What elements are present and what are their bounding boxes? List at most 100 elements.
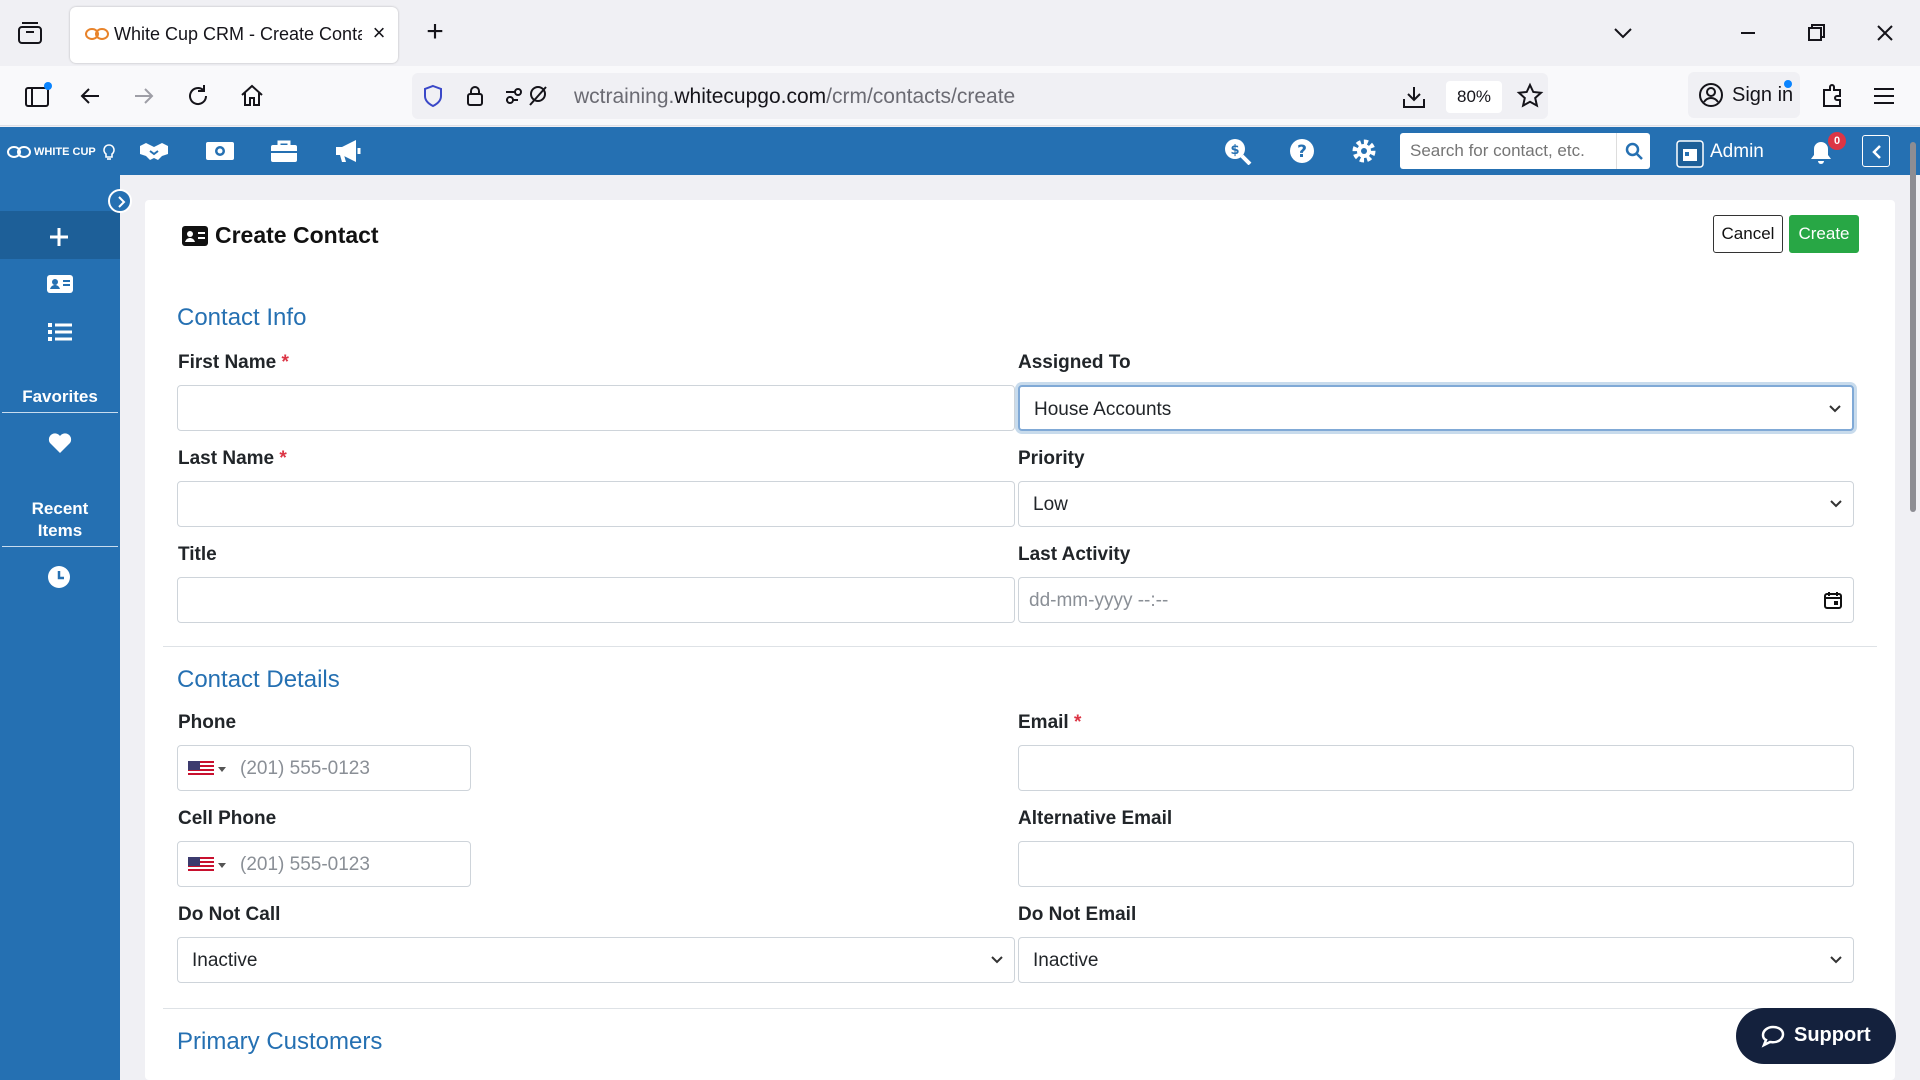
- calendar-icon[interactable]: [1823, 590, 1843, 610]
- us-flag-icon[interactable]: [188, 761, 214, 777]
- first-name-label: First Name *: [178, 352, 289, 373]
- white-cup-logo[interactable]: WHITE CUP: [6, 143, 126, 161]
- svg-text:?: ?: [1297, 142, 1307, 162]
- priority-select[interactable]: Low: [1018, 481, 1854, 527]
- last-activity-placeholder: dd-mm-yyyy --:--: [1029, 590, 1169, 611]
- sign-in-label: Sign in: [1732, 84, 1794, 106]
- expand-sidebar-button[interactable]: [108, 189, 132, 213]
- sign-in-button[interactable]: Sign in: [1688, 72, 1800, 118]
- title-label: Title: [178, 544, 217, 565]
- sidebar-divider: [2, 546, 118, 547]
- email-label: Email *: [1018, 712, 1082, 733]
- contact-card-icon: [47, 275, 73, 293]
- extensions-puzzle-icon[interactable]: [1816, 80, 1848, 112]
- sidebar-toggle-icon[interactable]: [22, 80, 54, 112]
- browser-nav-bar: wctraining.whitecupgo.com/crm/contacts/c…: [0, 66, 1920, 126]
- sidebar-item-list[interactable]: [0, 307, 120, 355]
- save-page-icon[interactable]: [1400, 83, 1428, 111]
- home-icon[interactable]: [236, 80, 268, 112]
- tracking-protection-shield-icon[interactable]: [420, 83, 446, 109]
- chevron-left-icon: [1872, 145, 1881, 159]
- new-tab-icon[interactable]: +: [420, 17, 450, 48]
- minimize-window-icon[interactable]: [1733, 18, 1763, 48]
- tab-list-icon[interactable]: [16, 20, 44, 46]
- chevron-right-icon: [118, 196, 126, 208]
- sidebar-item-favorites[interactable]: [0, 418, 120, 466]
- reload-icon[interactable]: [182, 80, 214, 112]
- sidebar-item-create[interactable]: [0, 211, 120, 259]
- settings-gear-icon[interactable]: [1348, 137, 1380, 165]
- restore-window-icon[interactable]: [1801, 18, 1831, 48]
- megaphone-icon[interactable]: [332, 137, 364, 165]
- section-title-primary-customers: Primary Customers: [177, 1028, 383, 1055]
- cancel-button[interactable]: Cancel: [1713, 215, 1783, 253]
- email-input[interactable]: [1018, 745, 1854, 791]
- us-flag-icon[interactable]: [188, 857, 214, 873]
- cell-phone-label: Cell Phone: [178, 808, 277, 829]
- sidebar-divider: [2, 412, 118, 413]
- chevron-down-icon: [991, 956, 1003, 964]
- sidebar-recent-heading: Recent Items: [31, 499, 89, 540]
- title-input[interactable]: [177, 577, 1015, 623]
- chevron-down-icon: [1830, 500, 1842, 508]
- money-bill-icon[interactable]: [204, 137, 236, 165]
- last-activity-datetime-input[interactable]: dd-mm-yyyy --:--: [1018, 577, 1854, 623]
- priority-label: Priority: [1018, 448, 1085, 469]
- clock-icon: [48, 566, 70, 588]
- back-arrow-icon[interactable]: [74, 80, 106, 112]
- browser-tab-bar: White Cup CRM - Create Contact × +: [0, 0, 1920, 66]
- assigned-to-label: Assigned To: [1018, 352, 1131, 373]
- do-not-email-select[interactable]: Inactive: [1018, 937, 1854, 983]
- sidebar-item-contact-card[interactable]: [0, 259, 120, 307]
- do-not-email-value: Inactive: [1033, 950, 1099, 971]
- chevron-down-icon: [1830, 956, 1842, 964]
- last-name-input[interactable]: [177, 481, 1015, 527]
- sidebar-item-recent[interactable]: [0, 552, 120, 600]
- bookmark-star-icon[interactable]: [1516, 82, 1544, 110]
- browser-tab-active[interactable]: White Cup CRM - Create Contact ×: [70, 7, 398, 63]
- section-divider: [163, 646, 1877, 647]
- zoom-level-badge[interactable]: 80%: [1446, 81, 1502, 113]
- app-sidebar: Favorites Recent Items: [0, 175, 120, 1080]
- help-question-icon[interactable]: ?: [1286, 137, 1318, 165]
- support-chat-button[interactable]: Support: [1736, 1008, 1896, 1064]
- alternative-email-input[interactable]: [1018, 841, 1854, 887]
- list-icon: [48, 323, 72, 341]
- assigned-to-select[interactable]: House Accounts: [1018, 385, 1854, 431]
- url-text[interactable]: wctraining.whitecupgo.com/crm/contacts/c…: [574, 85, 1015, 109]
- forward-arrow-icon[interactable]: [128, 80, 160, 112]
- tab-title: White Cup CRM - Create Contact: [114, 24, 362, 44]
- dollar-search-icon[interactable]: $: [1222, 137, 1254, 166]
- white-cup-favicon-icon: [84, 27, 110, 41]
- country-caret-icon: [218, 863, 226, 868]
- url-bar[interactable]: wctraining.whitecupgo.com/crm/contacts/c…: [412, 73, 1548, 119]
- do-not-call-select[interactable]: Inactive: [177, 937, 1015, 983]
- menu-hamburger-icon[interactable]: [1868, 80, 1900, 112]
- close-window-icon[interactable]: [1870, 18, 1900, 48]
- briefcase-icon[interactable]: [268, 137, 300, 165]
- chevron-down-icon: [1829, 405, 1841, 413]
- notification-dot-icon: [1784, 80, 1792, 88]
- phone-input[interactable]: (201) 555-0123: [177, 745, 471, 791]
- app-header: WHITE CUP $ ? Admin 0: [0, 127, 1920, 175]
- handshake-icon[interactable]: [138, 137, 170, 165]
- create-button[interactable]: Create: [1789, 215, 1859, 253]
- global-search-input[interactable]: [1400, 133, 1616, 169]
- do-not-call-label: Do Not Call: [178, 904, 281, 925]
- collapse-panel-button[interactable]: [1862, 135, 1890, 167]
- cell-phone-input[interactable]: (201) 555-0123: [177, 841, 471, 887]
- do-not-call-value: Inactive: [192, 950, 258, 971]
- search-button[interactable]: [1616, 133, 1650, 169]
- permissions-icon[interactable]: [504, 83, 552, 109]
- last-name-label: Last Name *: [178, 448, 287, 469]
- country-caret-icon: [218, 767, 226, 772]
- last-activity-label: Last Activity: [1018, 544, 1131, 565]
- create-contact-card: Create Contact Cancel Create Contact Inf…: [145, 200, 1895, 1080]
- user-avatar-icon: [1676, 140, 1704, 168]
- first-name-input[interactable]: [177, 385, 1015, 431]
- section-title-contact-info: Contact Info: [177, 304, 307, 331]
- list-all-tabs-chevron-icon[interactable]: [1608, 18, 1638, 48]
- close-tab-icon[interactable]: ×: [368, 22, 390, 44]
- lock-icon[interactable]: [462, 83, 488, 109]
- page-scrollbar[interactable]: [1910, 142, 1916, 512]
